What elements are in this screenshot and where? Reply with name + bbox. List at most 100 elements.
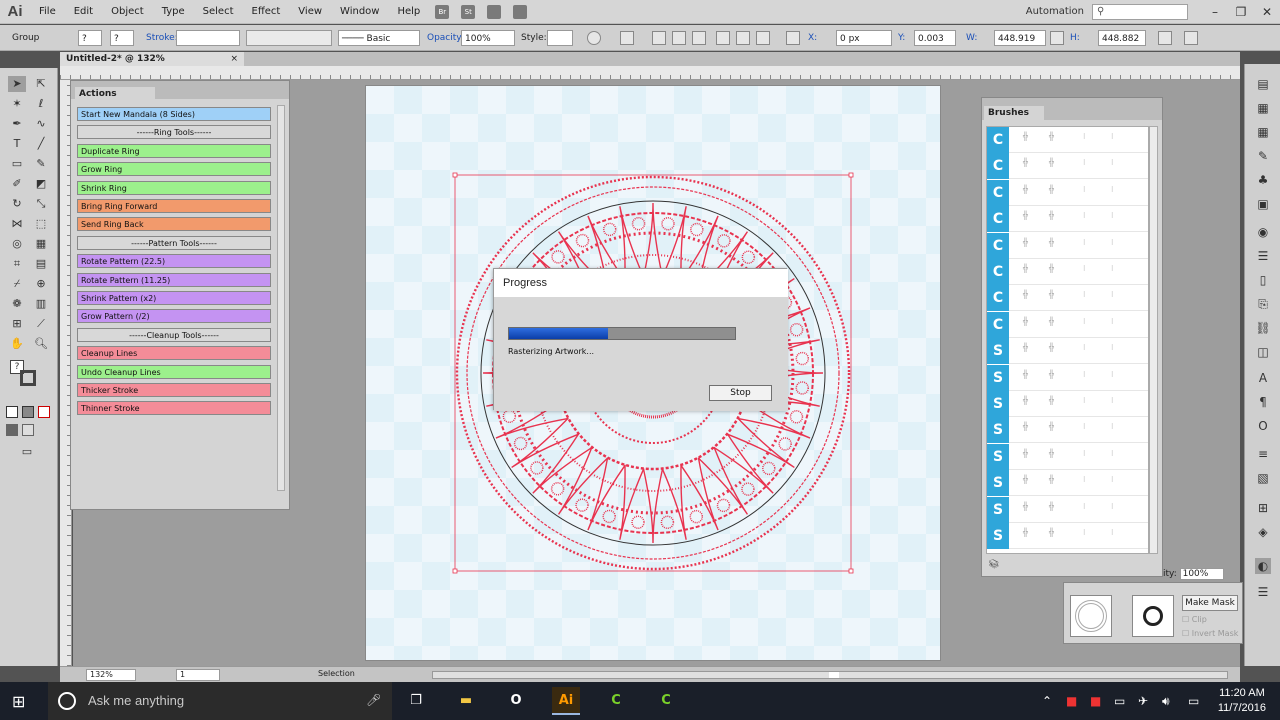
eyedropper-tool-icon[interactable]: ⌿: [8, 276, 26, 292]
battery-icon[interactable]: ▭: [1114, 694, 1125, 708]
navigator-icon[interactable]: ☰: [1255, 584, 1271, 600]
action-item[interactable]: Shrink Ring: [77, 180, 271, 195]
align-right-icon[interactable]: [692, 31, 706, 45]
brushes-icon[interactable]: ✎: [1255, 148, 1271, 164]
show-hidden-icons[interactable]: ⌃: [1042, 694, 1052, 708]
make-mask-button[interactable]: Make Mask: [1182, 595, 1238, 611]
clip-checkbox[interactable]: ☐ Clip: [1182, 615, 1207, 624]
windows-start-icon[interactable]: ⊞: [12, 692, 32, 712]
brush-row[interactable]: C ╬ ╬ ⁝ ⁝: [987, 311, 1148, 338]
rotate-tool-icon[interactable]: ↻: [8, 196, 26, 212]
stock-button[interactable]: St: [461, 4, 476, 19]
mesh-tool-icon[interactable]: ⌗: [8, 256, 26, 272]
menu-select[interactable]: Select: [194, 6, 243, 17]
action-item[interactable]: ------Cleanup Tools------: [77, 327, 271, 342]
artboard-tool-icon[interactable]: ⊞: [8, 316, 26, 332]
taskbar-clock[interactable]: 11:20 AM 11/7/2016: [1218, 686, 1266, 716]
align-middle-icon[interactable]: [736, 31, 750, 45]
file-explorer-icon[interactable]: ▬: [452, 687, 480, 715]
volume-icon[interactable]: 🔊︎: [1162, 694, 1170, 709]
brush-row[interactable]: S ╬ ╬ ⁝ ⁝: [987, 496, 1148, 523]
curvature-tool-icon[interactable]: ∿: [32, 116, 50, 132]
zoom-field[interactable]: 132%: [86, 669, 136, 681]
stroke-weight-field[interactable]: [176, 30, 240, 46]
brush-row[interactable]: C ╬ ╬ ⁝ ⁝: [987, 153, 1148, 180]
graphic-styles-icon[interactable]: ▣: [1255, 196, 1271, 212]
gradient-icon[interactable]: ▧: [1255, 470, 1271, 486]
brushes-scrollbar[interactable]: [1149, 126, 1158, 554]
artboards-icon[interactable]: ▯: [1255, 272, 1271, 288]
close-icon[interactable]: ✕: [1254, 5, 1280, 19]
task-view-icon[interactable]: ❐: [402, 687, 430, 715]
layers-stack-icon[interactable]: ◈: [1255, 524, 1271, 540]
width-tool-icon[interactable]: ⋈: [8, 216, 26, 232]
eraser-tool-icon[interactable]: ◩: [32, 176, 50, 192]
recolor-icon[interactable]: [587, 31, 601, 45]
brush-row[interactable]: C ╬ ╬ ⁝ ⁝: [987, 179, 1148, 206]
action-item[interactable]: Start New Mandala (8 Sides): [77, 107, 271, 121]
brush-row[interactable]: S ╬ ╬ ⁝ ⁝: [987, 470, 1148, 497]
brush-row[interactable]: S ╬ ╬ ⁝ ⁝: [987, 523, 1148, 549]
action-item[interactable]: Undo Cleanup Lines: [77, 364, 271, 379]
action-center-icon[interactable]: ▭: [1188, 694, 1199, 708]
menu-object[interactable]: Object: [102, 6, 153, 17]
artboard-number-field[interactable]: 1: [176, 669, 220, 681]
paintbrush-tool-icon[interactable]: ✎: [32, 156, 50, 172]
graph-tool-icon[interactable]: ▥: [32, 296, 50, 312]
brush-row[interactable]: C ╬ ╬ ⁝ ⁝: [987, 259, 1148, 285]
gradient-mode-icon[interactable]: [22, 406, 34, 418]
network-icon[interactable]: ✈: [1138, 694, 1148, 708]
layers-icon[interactable]: ☰: [1255, 248, 1271, 264]
appearance-icon[interactable]: ◉: [1255, 224, 1271, 240]
menu-view[interactable]: View: [289, 6, 331, 17]
line-tool-icon[interactable]: ╱: [32, 136, 50, 152]
brush-row[interactable]: C ╬ ╬ ⁝ ⁝: [987, 285, 1148, 312]
fill-swatch[interactable]: ?: [78, 30, 102, 46]
zoom-tool-icon[interactable]: 🔍︎: [32, 336, 50, 352]
action-item[interactable]: ------Pattern Tools------: [77, 235, 271, 250]
action-item[interactable]: Thinner Stroke: [77, 401, 271, 416]
align-top-icon[interactable]: [716, 31, 730, 45]
slice-tool-icon[interactable]: ⟋: [32, 316, 50, 332]
action-item[interactable]: Shrink Pattern (x2): [77, 291, 271, 305]
mask-thumbnail[interactable]: [1132, 595, 1174, 637]
menu-help[interactable]: Help: [388, 6, 429, 17]
cortana-search-box[interactable]: Ask me anything 🎤︎: [48, 682, 392, 720]
microphone-icon[interactable]: 🎤︎: [366, 693, 381, 707]
brushes-tab[interactable]: Brushes: [984, 106, 1044, 120]
brush-row[interactable]: S ╬ ╬ ⁝ ⁝: [987, 443, 1148, 470]
tray-app-icon[interactable]: ■: [1066, 694, 1077, 708]
shaper-tool-icon[interactable]: ✐: [8, 176, 26, 192]
brush-row[interactable]: S ╬ ╬ ⁝ ⁝: [987, 391, 1148, 417]
workspace-switcher[interactable]: Automation: [1026, 6, 1084, 17]
direct-selection-tool-icon[interactable]: ⇱: [32, 76, 50, 92]
variable-width-field[interactable]: [246, 30, 332, 46]
shape-builder-tool-icon[interactable]: ◎: [8, 236, 26, 252]
actions-tab[interactable]: Actions: [75, 87, 155, 101]
opacity-field[interactable]: 100%: [461, 30, 515, 46]
none-mode-icon[interactable]: [38, 406, 50, 418]
action-item[interactable]: Send Ring Back: [77, 217, 271, 232]
draw-behind-icon[interactable]: [22, 424, 34, 436]
lasso-tool-icon[interactable]: ℓ: [32, 96, 50, 112]
type-tool-icon[interactable]: T: [8, 136, 26, 152]
magic-wand-tool-icon[interactable]: ✶: [8, 96, 26, 112]
brush-row[interactable]: C ╬ ╬ ⁝ ⁝: [987, 232, 1148, 259]
brush-row[interactable]: C ╬ ╬ ⁝ ⁝: [987, 206, 1148, 233]
libraries-icon[interactable]: ◫: [1255, 344, 1271, 360]
asset-export-icon[interactable]: ⎘: [1255, 296, 1271, 312]
character-icon[interactable]: A: [1255, 370, 1271, 386]
paragraph-icon[interactable]: ¶: [1255, 394, 1271, 410]
transform-icon[interactable]: [1158, 31, 1172, 45]
links-icon[interactable]: ⛓: [1255, 320, 1271, 336]
brush-row[interactable]: S ╬ ╬ ⁝ ⁝: [987, 417, 1148, 444]
opentype-icon[interactable]: O: [1255, 418, 1271, 434]
opacity-label[interactable]: Opacity:: [427, 30, 464, 46]
stroke-label[interactable]: Stroke:: [146, 30, 178, 46]
graphic-style-select[interactable]: [547, 30, 573, 46]
camtasia-icon[interactable]: C: [602, 687, 630, 715]
action-item[interactable]: Rotate Pattern (11.25): [77, 272, 271, 287]
stroke-color-icon[interactable]: [20, 370, 36, 386]
h-field[interactable]: 448.882 px: [1098, 30, 1146, 60]
minimize-icon[interactable]: –: [1202, 5, 1228, 19]
